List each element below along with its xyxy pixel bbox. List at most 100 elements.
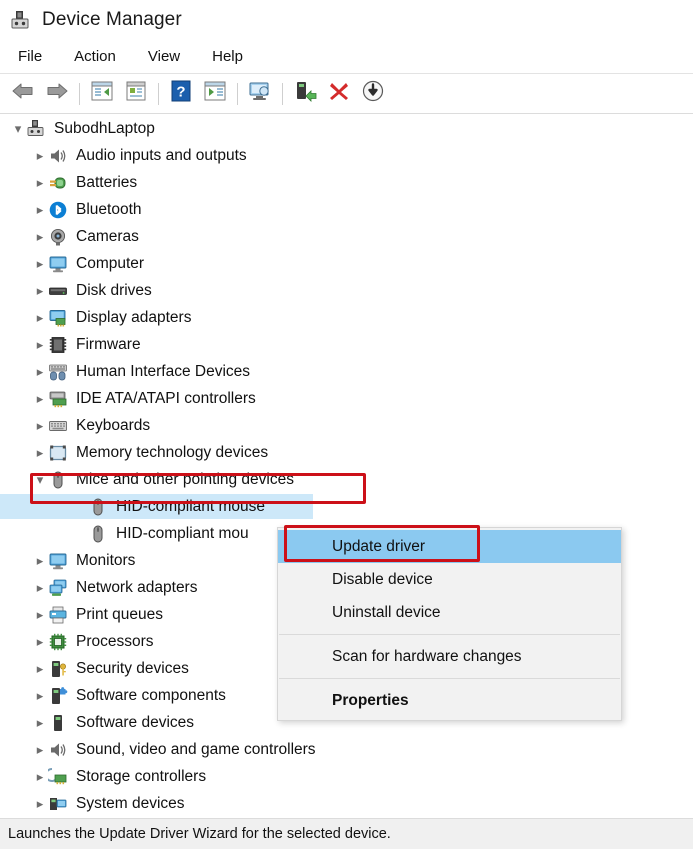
tree-row-hid-compliant-mouse-selected[interactable]: HID-compliant mouse — [0, 493, 693, 520]
tree-node-label: HID-compliant mou — [116, 524, 249, 542]
chevron-right-icon[interactable]: ▸ — [32, 574, 48, 601]
toolbar-properties-button[interactable] — [119, 78, 153, 110]
tree-node-label: System devices — [76, 794, 185, 812]
tree-node-label: Batteries — [76, 173, 138, 191]
firmware-chip-icon — [48, 335, 68, 355]
chevron-right-icon[interactable]: ▸ — [32, 439, 48, 466]
tree-node-label: Software devices — [76, 713, 195, 731]
chevron-down-icon[interactable]: ▾ — [32, 466, 48, 493]
tree-row-audio-inputs-and-outputs[interactable]: ▸ Audio inputs and outputs — [0, 142, 693, 169]
camera-icon — [48, 227, 68, 247]
chevron-right-icon[interactable]: ▸ — [32, 142, 48, 169]
tree-row-computer[interactable]: ▸ Computer — [0, 250, 693, 277]
context-menu-separator — [279, 678, 620, 679]
toolbar-uninstall-device-button[interactable] — [322, 78, 356, 110]
context-menu-item-properties[interactable]: Properties — [278, 684, 621, 717]
svg-text:?: ? — [176, 84, 185, 101]
chevron-right-icon[interactable]: ▸ — [32, 736, 48, 763]
menu-file[interactable]: File — [16, 46, 44, 67]
chevron-right-icon[interactable]: ▸ — [32, 655, 48, 682]
device-manager-icon — [10, 9, 32, 31]
menu-view[interactable]: View — [146, 46, 182, 67]
tree-row-keyboards[interactable]: ▸ Keyboards — [0, 412, 693, 439]
chevron-right-icon[interactable]: ▸ — [32, 682, 48, 709]
chevron-right-icon[interactable]: ▸ — [32, 358, 48, 385]
software-device-icon — [48, 713, 68, 733]
chevron-right-icon[interactable]: ▸ — [32, 169, 48, 196]
chevron-right-icon[interactable]: ▸ — [32, 196, 48, 223]
tree-row[interactable]: ▾ SubodhLaptop — [0, 115, 693, 142]
context-menu-item-disable-device[interactable]: Disable device — [278, 563, 621, 596]
tree-node-label: IDE ATA/ATAPI controllers — [76, 389, 256, 407]
tree-node-label: Mice and other pointing devices — [76, 470, 294, 488]
tree-node-label: Cameras — [76, 227, 139, 245]
speaker-icon — [48, 740, 68, 760]
chevron-right-icon[interactable]: ▸ — [32, 547, 48, 574]
menu-action[interactable]: Action — [72, 46, 118, 67]
tree-row-batteries[interactable]: ▸ Batteries — [0, 169, 693, 196]
tree-row-system-devices[interactable]: ▸ System devices — [0, 790, 693, 817]
title-bar: Device Manager — [0, 0, 693, 40]
tree-row-ide-ata-atapi-controllers[interactable]: ▸ IDE ATA/ATAPI controllers — [0, 385, 693, 412]
tree-node-label: Display adapters — [76, 308, 192, 326]
tree-node-label: Bluetooth — [76, 200, 142, 218]
chevron-right-icon[interactable]: ▸ — [32, 304, 48, 331]
computer-root-icon — [26, 119, 46, 139]
chevron-right-icon[interactable]: ▸ — [32, 763, 48, 790]
menu-help[interactable]: Help — [210, 46, 245, 67]
tree-node-label: Firmware — [76, 335, 141, 353]
toolbar-forward-button[interactable] — [40, 78, 74, 110]
tree-node-label: Monitors — [76, 551, 136, 569]
ide-controller-icon — [48, 389, 68, 409]
tree-row-mice-and-other-pointing-devices[interactable]: ▾ Mice and other pointing devices — [0, 466, 693, 493]
toolbar-scan-hardware-button[interactable] — [243, 78, 277, 110]
tree-row-display-adapters[interactable]: ▸ Display adapters — [0, 304, 693, 331]
scan-for-hardware-changes-icon — [247, 80, 273, 107]
chevron-down-icon[interactable]: ▾ — [10, 115, 26, 142]
battery-icon — [48, 173, 68, 193]
context-menu-item-uninstall-device[interactable]: Uninstall device — [278, 596, 621, 629]
tree-row-disk-drives[interactable]: ▸ Disk drives — [0, 277, 693, 304]
chevron-right-icon[interactable]: ▸ — [32, 250, 48, 277]
toolbar-update-driver-button[interactable] — [288, 78, 322, 110]
chevron-right-icon[interactable]: ▸ — [32, 601, 48, 628]
disable-device-icon — [361, 79, 385, 108]
context-menu-item-update-driver[interactable]: Update driver — [278, 530, 621, 563]
toolbar-back-button[interactable] — [6, 78, 40, 110]
tree-row-firmware[interactable]: ▸ Firmware — [0, 331, 693, 358]
chevron-right-icon[interactable]: ▸ — [32, 385, 48, 412]
chevron-right-icon[interactable]: ▸ — [32, 331, 48, 358]
monitor-icon — [48, 551, 68, 571]
toolbar-disable-device-button[interactable] — [356, 78, 390, 110]
chevron-right-icon[interactable]: ▸ — [32, 412, 48, 439]
chevron-right-icon[interactable]: ▸ — [32, 223, 48, 250]
tree-row-human-interface-devices[interactable]: ▸ Human Interface Devices — [0, 358, 693, 385]
tree-node-label: Storage controllers — [76, 767, 207, 785]
chevron-right-icon[interactable]: ▸ — [32, 277, 48, 304]
security-device-icon — [48, 659, 68, 679]
update-driver-icon — [293, 80, 317, 107]
disk-drive-icon — [48, 281, 68, 301]
toolbar-help-button[interactable]: ? — [164, 78, 198, 110]
tree-row-bluetooth[interactable]: ▸ Bluetooth — [0, 196, 693, 223]
toolbar: ? — [0, 73, 693, 114]
toolbar-separator — [237, 82, 238, 105]
memory-technology-icon — [48, 443, 68, 463]
tree-node-label: Keyboards — [76, 416, 151, 434]
chevron-right-icon[interactable]: ▸ — [32, 628, 48, 655]
device-manager-window: Device Manager File Action View Help ? ▾… — [0, 0, 693, 849]
tree-row-memory-technology-devices[interactable]: ▸ Memory technology devices — [0, 439, 693, 466]
storage-controller-icon — [48, 767, 68, 787]
device-context-menu[interactable]: Update driver Disable device Uninstall d… — [277, 527, 622, 721]
toolbar-separator — [158, 82, 159, 105]
context-menu-item-scan-for-hardware-changes[interactable]: Scan for hardware changes — [278, 640, 621, 673]
toolbar-console-tree-button[interactable] — [85, 78, 119, 110]
tree-node-label: HID-compliant mouse — [116, 497, 266, 515]
tree-node-label: Disk drives — [76, 281, 152, 299]
tree-row-sound-video-and-game-controllers[interactable]: ▸ Sound, video and game controllers — [0, 736, 693, 763]
chevron-right-icon[interactable]: ▸ — [32, 709, 48, 736]
tree-row-storage-controllers[interactable]: ▸ Storage controllers — [0, 763, 693, 790]
toolbar-action-pane-button[interactable] — [198, 78, 232, 110]
chevron-right-icon[interactable]: ▸ — [32, 790, 48, 817]
tree-row-cameras[interactable]: ▸ Cameras — [0, 223, 693, 250]
